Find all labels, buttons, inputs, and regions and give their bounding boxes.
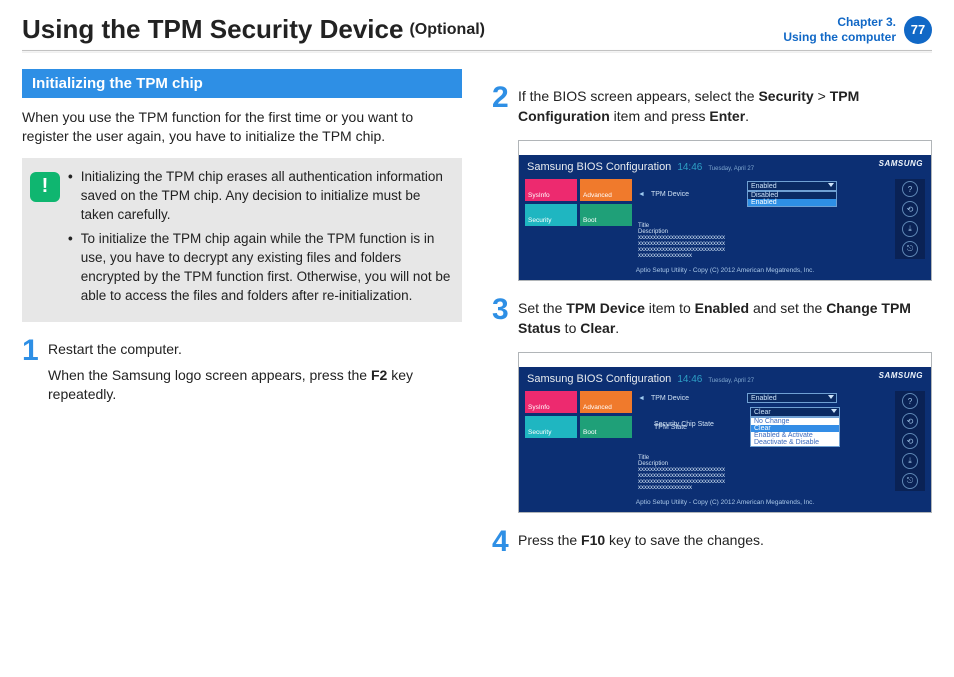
bios-description: Title Description xxxxxxxxxxxxxxxxxxxxxx… xyxy=(638,223,725,259)
step-4: 4 Press the F10 key to save the changes. xyxy=(492,527,932,557)
warning-item-1: Initializing the TPM chip erases all aut… xyxy=(81,168,452,225)
bios-select-tpm-device-2[interactable]: Enabled xyxy=(747,393,837,403)
samsung-logo: SAMSUNG xyxy=(879,159,923,168)
bios-right-bar: ? ⟲ ⤓ ⎋ xyxy=(895,179,925,259)
restore-icon[interactable]: ⟲ xyxy=(902,433,918,449)
samsung-logo: SAMSUNG xyxy=(879,371,923,380)
warning-box: ! Initializing the TPM chip erases all a… xyxy=(22,158,462,322)
help-icon[interactable]: ? xyxy=(902,181,918,197)
step-2: 2 If the BIOS screen appears, select the… xyxy=(492,83,932,132)
chapter-line2: Using the computer xyxy=(783,30,896,44)
bios-date: Tuesday, April 27 xyxy=(708,378,754,384)
bios-screenshot-2: SAMSUNG Samsung BIOS Configuration 14:46… xyxy=(518,352,932,513)
bios-tile-boot[interactable]: Boot xyxy=(580,204,632,226)
bios-option-disabled[interactable]: Disabled xyxy=(748,192,836,199)
save-icon[interactable]: ⤓ xyxy=(902,221,918,237)
bios-option-clear[interactable]: Clear xyxy=(751,425,839,432)
step-number-1: 1 xyxy=(22,336,48,411)
bios-field-tpm-device: TPM Device xyxy=(651,191,741,198)
bios-option-no-change[interactable]: No Change xyxy=(751,418,839,425)
bios-dropdown-tpm-device[interactable]: Disabled Enabled xyxy=(747,191,837,207)
bios-field-security-chip: Security Chip State xyxy=(654,421,744,428)
bios-clock: 14:46 xyxy=(677,162,702,173)
step-1: 1 Restart the computer. When the Samsung… xyxy=(22,336,462,411)
default-icon[interactable]: ⟲ xyxy=(902,413,918,429)
bios-tile-sysinfo[interactable]: SysInfo xyxy=(525,179,577,201)
bios-screenshot-1: SAMSUNG Samsung BIOS Configuration 14:46… xyxy=(518,140,932,281)
bios-tile-advanced[interactable]: Advanced xyxy=(580,179,632,201)
page-subtitle: (Optional) xyxy=(409,21,485,39)
exit-icon[interactable]: ⎋ xyxy=(902,241,918,257)
step-1-line-b: When the Samsung logo screen appears, pr… xyxy=(48,366,462,405)
bios-tile-security[interactable]: Security xyxy=(525,416,577,438)
bios-option-deactivate-disable[interactable]: Deactivate & Disable xyxy=(751,439,839,446)
default-icon[interactable]: ⟲ xyxy=(902,201,918,217)
bios-tile-sysinfo[interactable]: SysInfo xyxy=(525,391,577,413)
bios-right-bar: ? ⟲ ⟲ ⤓ ⎋ xyxy=(895,391,925,491)
step-1-line-a: Restart the computer. xyxy=(48,340,462,360)
chapter-line1: Chapter 3. xyxy=(783,15,896,29)
bios-clock: 14:46 xyxy=(677,374,702,385)
bios-footer: Aptio Setup Utility - Copy (C) 2012 Amer… xyxy=(519,263,931,280)
exit-icon[interactable]: ⎋ xyxy=(902,473,918,489)
page-number-badge: 77 xyxy=(904,16,932,44)
section-heading: Initializing the TPM chip xyxy=(22,69,462,98)
step-number-3: 3 xyxy=(492,295,518,344)
step-3-text: Set the TPM Device item to Enabled and s… xyxy=(518,299,932,338)
intro-paragraph: When you use the TPM function for the fi… xyxy=(22,108,462,146)
bios-option-enabled-activate[interactable]: Enabled & Activate xyxy=(751,432,839,439)
save-icon[interactable]: ⤓ xyxy=(902,453,918,469)
step-number-2: 2 xyxy=(492,83,518,132)
warning-icon: ! xyxy=(30,172,60,202)
warning-item-2: To initialize the TPM chip again while t… xyxy=(81,230,452,306)
bios-title: Samsung BIOS Configuration xyxy=(527,161,671,173)
bios-option-enabled[interactable]: Enabled xyxy=(748,199,836,206)
bios-tile-security[interactable]: Security xyxy=(525,204,577,226)
bios-description: Title Description xxxxxxxxxxxxxxxxxxxxxx… xyxy=(638,455,725,491)
step-3: 3 Set the TPM Device item to Enabled and… xyxy=(492,295,932,344)
bios-title: Samsung BIOS Configuration xyxy=(527,373,671,385)
header-divider xyxy=(22,45,932,51)
step-number-4: 4 xyxy=(492,527,518,557)
page-title: Using the TPM Security Device xyxy=(22,14,403,45)
bios-date: Tuesday, April 27 xyxy=(708,166,754,172)
bios-tile-boot[interactable]: Boot xyxy=(580,416,632,438)
bios-select-tpm-state[interactable]: Clear xyxy=(750,407,840,417)
chapter-label: Chapter 3. Using the computer xyxy=(783,15,896,44)
bios-field-tpm-device: TPM Device xyxy=(651,395,741,402)
bios-dropdown-tpm-state[interactable]: No Change Clear Enabled & Activate Deact… xyxy=(750,417,840,447)
bios-footer: Aptio Setup Utility - Copy (C) 2012 Amer… xyxy=(519,495,931,512)
bios-select-tpm-device[interactable]: Enabled xyxy=(747,181,837,191)
step-4-text: Press the F10 key to save the changes. xyxy=(518,531,764,551)
bios-tile-advanced[interactable]: Advanced xyxy=(580,391,632,413)
step-2-text: If the BIOS screen appears, select the S… xyxy=(518,87,932,126)
help-icon[interactable]: ? xyxy=(902,393,918,409)
